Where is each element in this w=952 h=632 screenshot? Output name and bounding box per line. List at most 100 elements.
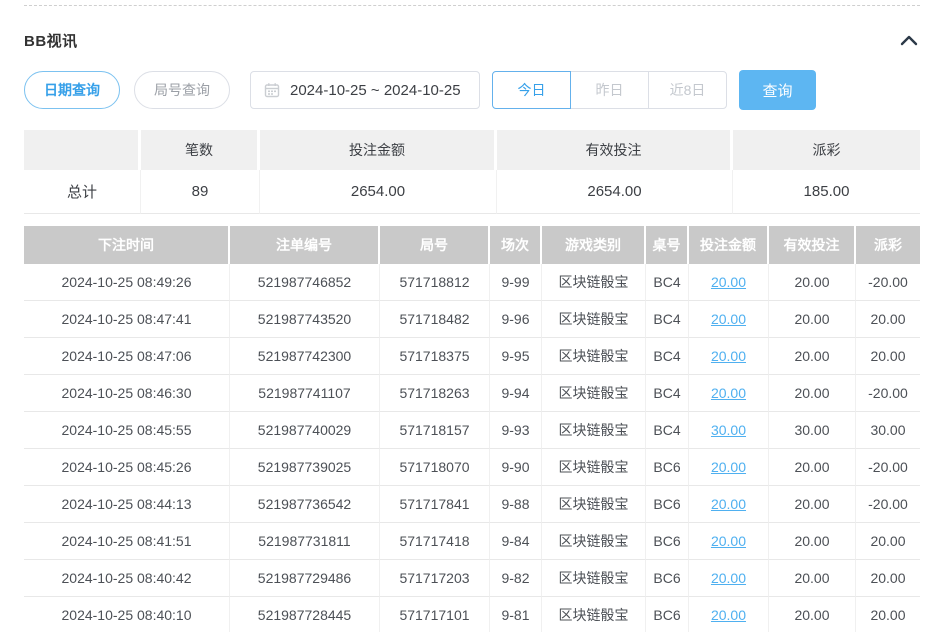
search-button[interactable]: 查询 <box>739 70 816 110</box>
cell-payout: -20.00 <box>856 449 920 486</box>
bet-amount-link[interactable]: 20.00 <box>711 348 746 364</box>
cell-round: 571718263 <box>380 375 490 412</box>
cell-valid: 20.00 <box>769 560 856 597</box>
bet-amount-link[interactable]: 20.00 <box>711 459 746 475</box>
cell-time: 2024-10-25 08:40:42 <box>24 560 230 597</box>
round-query-tab[interactable]: 局号查询 <box>134 71 230 109</box>
filter-bar: 日期查询 局号查询 2024-10-25 ~ 2024-10-25 今日 昨日 … <box>24 70 920 110</box>
col-header-round: 局号 <box>380 226 490 264</box>
summary-total-payout: 185.00 <box>733 170 920 214</box>
table-row: 2024-10-25 08:46:30521987741107571718263… <box>24 375 920 412</box>
cell-payout: 20.00 <box>856 338 920 375</box>
summary-table: 笔数 投注金额 有效投注 派彩 总计 89 2654.00 2654.00 18… <box>24 130 920 214</box>
cell-session: 9-96 <box>490 301 542 338</box>
cell-session: 9-95 <box>490 338 542 375</box>
table-row: 2024-10-25 08:40:10521987728445571717101… <box>24 597 920 632</box>
cell-table-no: BC4 <box>646 301 689 338</box>
date-query-tab[interactable]: 日期查询 <box>24 71 120 109</box>
summary-total-bet-amount: 2654.00 <box>260 170 497 214</box>
cell-valid: 30.00 <box>769 412 856 449</box>
cell-bet-id: 521987729486 <box>230 560 380 597</box>
cell-round: 571717101 <box>380 597 490 632</box>
cell-table-no: BC6 <box>646 486 689 523</box>
cell-session: 9-90 <box>490 449 542 486</box>
bet-amount-link[interactable]: 20.00 <box>711 496 746 512</box>
cell-bet: 20.00 <box>689 264 769 301</box>
summary-total-valid-bet: 2654.00 <box>497 170 733 214</box>
cell-game: 区块链骰宝 <box>542 486 646 523</box>
cell-time: 2024-10-25 08:40:10 <box>24 597 230 632</box>
collapse-panel-button[interactable] <box>898 33 920 48</box>
cell-time: 2024-10-25 08:47:06 <box>24 338 230 375</box>
cell-game: 区块链骰宝 <box>542 523 646 560</box>
panel-title: BB视讯 <box>24 30 78 51</box>
col-header-table-no: 桌号 <box>646 226 689 264</box>
cell-round: 571718482 <box>380 301 490 338</box>
summary-total-count: 89 <box>141 170 260 214</box>
cell-valid: 20.00 <box>769 523 856 560</box>
bet-amount-link[interactable]: 20.00 <box>711 274 746 290</box>
cell-game: 区块链骰宝 <box>542 264 646 301</box>
bet-amount-link[interactable]: 20.00 <box>711 570 746 586</box>
col-header-payout: 派彩 <box>856 226 920 264</box>
table-row: 2024-10-25 08:47:41521987743520571718482… <box>24 301 920 338</box>
cell-table-no: BC4 <box>646 375 689 412</box>
cell-payout: -20.00 <box>856 486 920 523</box>
summary-total-label: 总计 <box>24 170 141 214</box>
bet-amount-link[interactable]: 20.00 <box>711 385 746 401</box>
cell-bet: 20.00 <box>689 449 769 486</box>
summary-header-bet-amount: 投注金额 <box>260 130 497 170</box>
summary-header-count: 笔数 <box>141 130 260 170</box>
col-header-bet-id: 注单编号 <box>230 226 380 264</box>
bet-amount-link[interactable]: 20.00 <box>711 607 746 623</box>
summary-header-valid-bet: 有效投注 <box>497 130 733 170</box>
cell-table-no: BC4 <box>646 412 689 449</box>
bet-amount-link[interactable]: 20.00 <box>711 311 746 327</box>
cell-time: 2024-10-25 08:45:26 <box>24 449 230 486</box>
cell-payout: 20.00 <box>856 523 920 560</box>
cell-bet: 20.00 <box>689 597 769 632</box>
cell-table-no: BC4 <box>646 264 689 301</box>
chevron-up-icon <box>900 35 918 46</box>
cell-session: 9-94 <box>490 375 542 412</box>
cell-bet-id: 521987740029 <box>230 412 380 449</box>
cell-session: 9-81 <box>490 597 542 632</box>
cell-game: 区块链骰宝 <box>542 597 646 632</box>
bet-amount-link[interactable]: 20.00 <box>711 533 746 549</box>
cell-bet-id: 521987742300 <box>230 338 380 375</box>
date-range-picker[interactable]: 2024-10-25 ~ 2024-10-25 <box>250 71 480 109</box>
cell-payout: 30.00 <box>856 412 920 449</box>
summary-total-row: 总计 89 2654.00 2654.00 185.00 <box>24 170 920 214</box>
cell-time: 2024-10-25 08:46:30 <box>24 375 230 412</box>
cell-payout: -20.00 <box>856 264 920 301</box>
cell-valid: 20.00 <box>769 486 856 523</box>
cell-session: 9-82 <box>490 560 542 597</box>
cell-bet-id: 521987746852 <box>230 264 380 301</box>
quick-range-last8days[interactable]: 近8日 <box>648 71 727 109</box>
cell-bet: 20.00 <box>689 338 769 375</box>
cell-bet-id: 521987741107 <box>230 375 380 412</box>
cell-bet-id: 521987728445 <box>230 597 380 632</box>
cell-time: 2024-10-25 08:47:41 <box>24 301 230 338</box>
cell-game: 区块链骰宝 <box>542 412 646 449</box>
cell-game: 区块链骰宝 <box>542 338 646 375</box>
cell-game: 区块链骰宝 <box>542 560 646 597</box>
bet-amount-link[interactable]: 30.00 <box>711 422 746 438</box>
summary-header-empty <box>24 130 141 170</box>
cell-session: 9-99 <box>490 264 542 301</box>
cell-valid: 20.00 <box>769 597 856 632</box>
cell-session: 9-93 <box>490 412 542 449</box>
cell-bet: 20.00 <box>689 301 769 338</box>
cell-round: 571717418 <box>380 523 490 560</box>
top-dashed-divider <box>24 5 920 6</box>
cell-round: 571718157 <box>380 412 490 449</box>
col-header-valid-bet: 有效投注 <box>769 226 856 264</box>
cell-game: 区块链骰宝 <box>542 301 646 338</box>
cell-payout: 20.00 <box>856 597 920 632</box>
cell-round: 571718812 <box>380 264 490 301</box>
calendar-icon <box>264 82 280 98</box>
cell-bet: 30.00 <box>689 412 769 449</box>
table-row: 2024-10-25 08:49:26521987746852571718812… <box>24 264 920 301</box>
quick-range-yesterday[interactable]: 昨日 <box>570 71 649 109</box>
quick-range-today[interactable]: 今日 <box>492 71 571 109</box>
